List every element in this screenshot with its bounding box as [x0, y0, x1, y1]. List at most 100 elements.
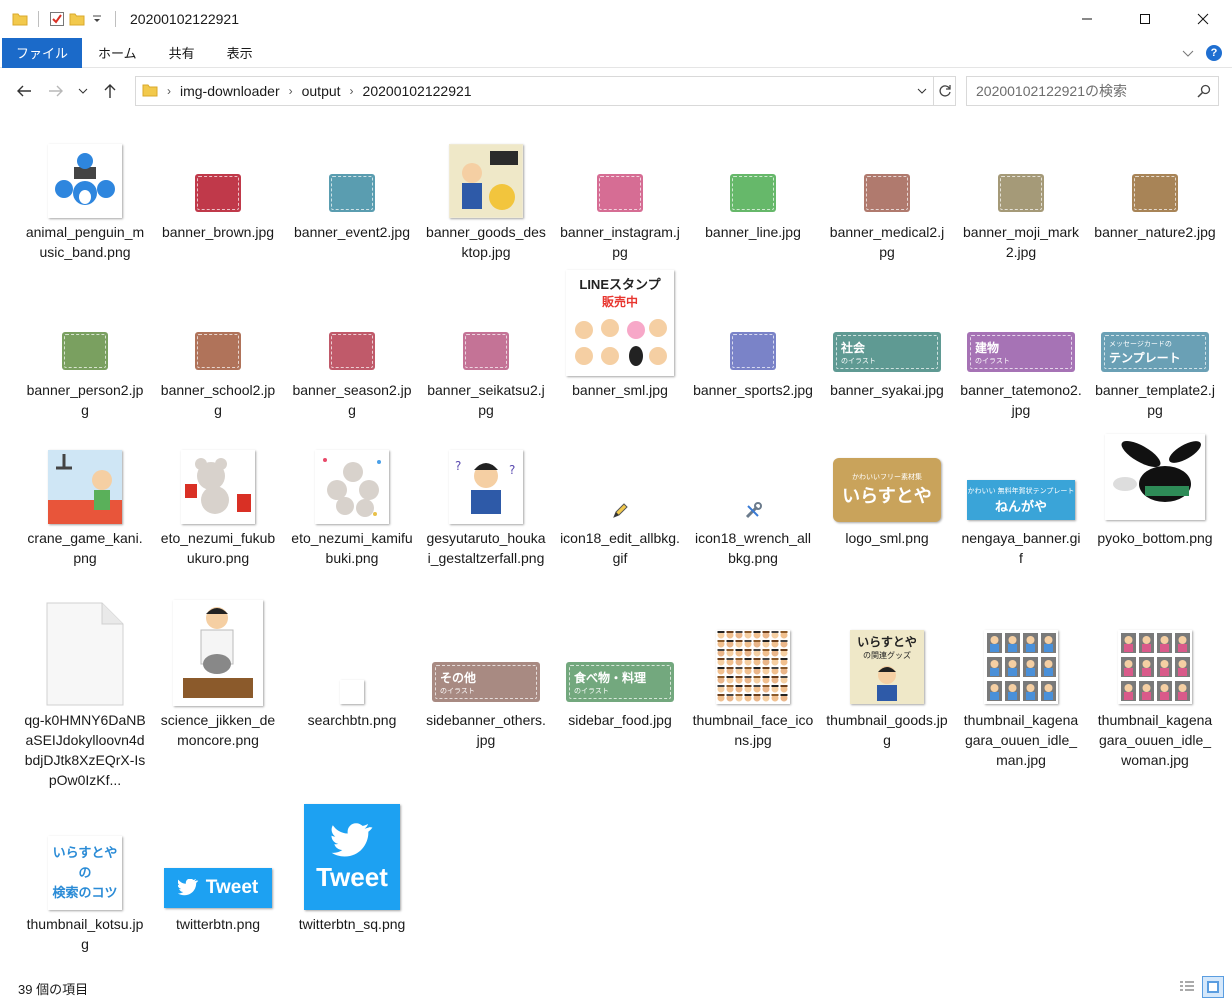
folder-icon	[142, 83, 158, 100]
irasutoya-logo-thumbnail: かわいいフリー素材集 いらすとや	[833, 458, 941, 522]
file-item[interactable]: thumbnail_kagenagara_ouuen_idle_man.jpg	[960, 600, 1082, 770]
search-box[interactable]: 20200102122921の検索	[966, 76, 1219, 106]
address-bar[interactable]: › img-downloader › output › 202001021229…	[135, 76, 956, 106]
search-input[interactable]: 20200102122921の検索	[976, 81, 1190, 101]
file-name: pyoko_bottom.png	[1097, 530, 1213, 546]
tab-home[interactable]: ホーム	[82, 38, 153, 68]
breadcrumb-output[interactable]: output	[302, 83, 341, 99]
file-item[interactable]: eto_nezumi_kamifubuki.png	[291, 434, 413, 568]
file-item[interactable]: かわいいフリー素材集 いらすとや logo_sml.png	[826, 434, 948, 548]
minimize-button[interactable]	[1058, 0, 1116, 38]
file-item[interactable]: pyoko_bottom.png	[1094, 414, 1216, 548]
file-item[interactable]: eto_nezumi_fukubukuro.png	[157, 434, 279, 568]
file-item[interactable]: thumbnail_face_icons.jpg	[692, 600, 814, 750]
close-button[interactable]	[1174, 0, 1232, 38]
twitter-bird-icon	[331, 822, 373, 857]
properties-icon[interactable]	[47, 9, 67, 29]
wrench-icon	[744, 502, 762, 520]
file-name: banner_instagram.jpg	[560, 224, 680, 260]
file-item[interactable]: qg-k0HMNY6DaNBaSEIJdokylloovn4dbdjDJtk8X…	[24, 600, 146, 790]
file-item[interactable]: banner_season2.jpg	[291, 286, 413, 420]
refresh-button[interactable]	[933, 77, 955, 105]
face-icons-thumbnail	[716, 630, 790, 704]
file-name: twitterbtn_sq.png	[298, 916, 406, 932]
details-view-button[interactable]	[1176, 976, 1198, 998]
file-item[interactable]: LINEスタンプ 販売中 banner_sml.jpg	[559, 266, 681, 400]
file-item[interactable]: banner_brown.jpg	[157, 128, 279, 242]
file-item[interactable]: ?? gesyutaruto_houkai_gestaltzerfall.png	[425, 434, 547, 568]
banner-thumbnail	[195, 174, 241, 212]
file-name: thumbnail_kotsu.jpg	[26, 916, 144, 952]
file-item[interactable]: banner_event2.jpg	[291, 128, 413, 242]
file-name: animal_penguin_music_band.png	[25, 224, 145, 260]
new-folder-icon[interactable]	[67, 9, 87, 29]
expand-ribbon-icon[interactable]	[1182, 46, 1194, 61]
file-item[interactable]: banner_instagram.jpg	[559, 128, 681, 262]
tab-share[interactable]: 共有	[153, 38, 211, 68]
file-name: banner_seikatsu2.jpg	[427, 382, 545, 418]
file-item[interactable]: animal_penguin_music_band.png	[24, 128, 146, 262]
twitter-bird-icon	[177, 879, 198, 896]
file-item[interactable]: banner_line.jpg	[692, 128, 814, 242]
tab-view[interactable]: 表示	[211, 38, 269, 68]
file-item[interactable]: banner_person2.jpg	[24, 286, 146, 420]
breadcrumb-current-folder[interactable]: 20200102122921	[363, 83, 472, 99]
recent-locations-button[interactable]	[72, 75, 94, 107]
large-icons-view-button[interactable]	[1202, 976, 1224, 998]
file-item[interactable]: Tweet twitterbtn_sq.png	[291, 800, 413, 934]
breadcrumb-separator-icon[interactable]: ›	[167, 84, 171, 98]
file-item[interactable]: 建物 のイラスト banner_tatemono2.jpg	[960, 286, 1082, 420]
file-name: banner_nature2.jpg	[1094, 224, 1216, 240]
file-item[interactable]: banner_medical2.jpg	[826, 128, 948, 262]
breadcrumb-separator-icon[interactable]: ›	[289, 84, 293, 98]
file-name: banner_season2.jpg	[292, 382, 412, 418]
file-item[interactable]: いらすとや の関連グッズ thumbnail_goods.jpg	[826, 600, 948, 750]
file-item[interactable]: その他 のイラスト sidebanner_others.jpg	[425, 600, 547, 750]
file-item[interactable]: 社会 のイラスト banner_syakai.jpg	[826, 286, 948, 400]
tab-file[interactable]: ファイル	[2, 37, 83, 68]
customize-toolbar-icon[interactable]	[87, 9, 107, 29]
banner-thumbnail	[730, 174, 776, 212]
status-bar: 39 個の項目	[0, 972, 1232, 1004]
nezumi-kamifubuki-thumbnail	[315, 450, 389, 524]
file-item[interactable]: thumbnail_kagenagara_ouuen_idle_woman.jp…	[1094, 600, 1216, 770]
goods-thumbnail: いらすとや の関連グッズ	[850, 630, 924, 704]
maximize-button[interactable]	[1116, 0, 1174, 38]
file-item[interactable]: banner_nature2.jpg	[1094, 128, 1216, 242]
address-history-dropdown[interactable]	[911, 77, 933, 105]
up-button[interactable]	[94, 75, 126, 107]
minimize-icon	[1082, 18, 1092, 20]
file-item[interactable]: banner_school2.jpg	[157, 286, 279, 420]
file-item[interactable]: searchbtn.png	[291, 600, 413, 730]
file-name: banner_moji_mark2.jpg	[963, 224, 1079, 260]
banner-thumbnail	[195, 332, 241, 370]
file-item[interactable]: かわいい 無料年賀状テンプレート ねんがや nengaya_banner.gif	[960, 434, 1082, 568]
file-item[interactable]: banner_goods_desktop.jpg	[425, 128, 547, 262]
back-button[interactable]	[8, 75, 40, 107]
file-item[interactable]: science_jikken_demoncore.png	[157, 596, 279, 750]
file-item[interactable]: crane_game_kani.png	[24, 434, 146, 568]
file-item[interactable]: banner_sports2.jpg	[692, 286, 814, 400]
file-item[interactable]: icon18_wrench_allbkg.png	[692, 434, 814, 568]
nezumi-fukubukuro-thumbnail	[181, 450, 255, 524]
help-icon[interactable]: ?	[1206, 45, 1222, 61]
forward-button[interactable]	[40, 75, 72, 107]
breadcrumb-img-downloader[interactable]: img-downloader	[180, 83, 280, 99]
file-item[interactable]: Tweet twitterbtn.png	[157, 820, 279, 934]
file-name: science_jikken_demoncore.png	[160, 712, 276, 748]
search-icon[interactable]	[1190, 77, 1218, 105]
file-item[interactable]: メッセージカードの テンプレート banner_template2.jpg	[1094, 286, 1216, 420]
file-name: banner_brown.jpg	[161, 224, 275, 240]
blank-file-icon	[46, 602, 124, 706]
file-name: eto_nezumi_kamifubuki.png	[291, 530, 413, 566]
breadcrumb-separator-icon[interactable]: ›	[350, 84, 354, 98]
file-name: logo_sml.png	[845, 530, 929, 546]
file-item[interactable]: 食べ物・料理 のイラスト sidebar_food.jpg	[559, 600, 681, 730]
tweet-square-thumbnail: Tweet	[304, 804, 400, 910]
file-item[interactable]: banner_seikatsu2.jpg	[425, 286, 547, 420]
file-item[interactable]: banner_moji_mark2.jpg	[960, 128, 1082, 262]
banner-thumbnail	[463, 332, 509, 370]
file-item[interactable]: いらすとや の 検索のコツ thumbnail_kotsu.jpg	[24, 820, 146, 954]
file-item[interactable]: icon18_edit_allbkg.gif	[559, 434, 681, 568]
demoncore-thumbnail	[173, 600, 263, 706]
